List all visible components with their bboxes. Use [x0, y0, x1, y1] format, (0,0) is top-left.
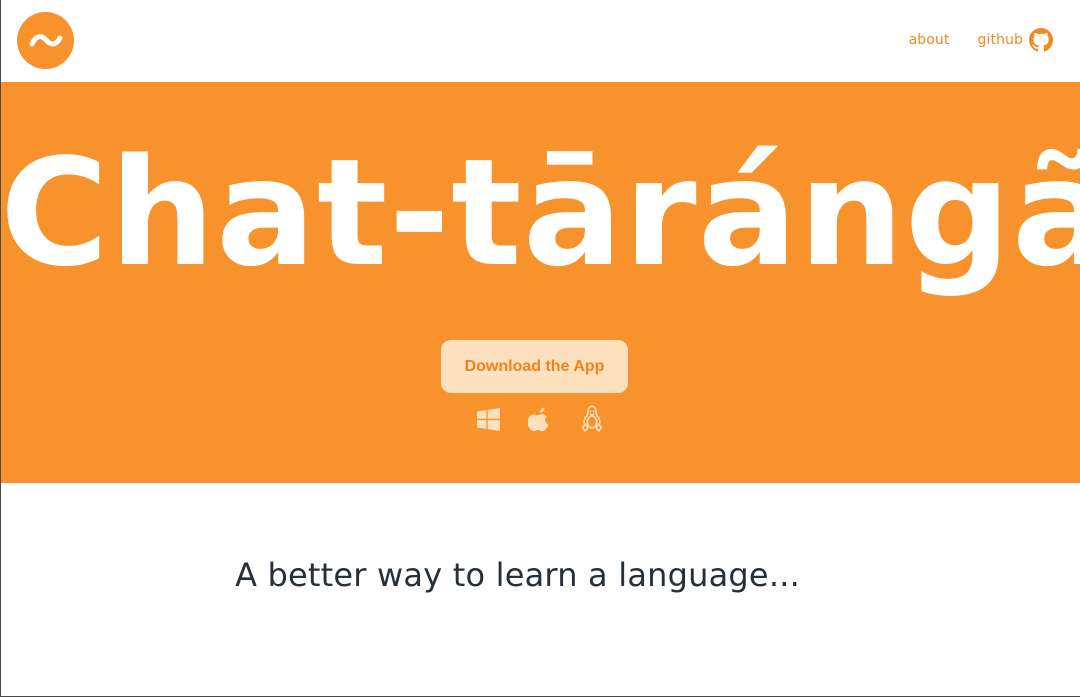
github-icon [1029, 28, 1053, 52]
about-link-label: about [908, 32, 950, 48]
platform-icons [475, 404, 605, 434]
apple-icon[interactable] [527, 405, 553, 433]
windows-icon[interactable] [475, 405, 501, 433]
linux-icon[interactable] [579, 405, 605, 433]
download-app-button[interactable]: Download the App [441, 340, 628, 393]
logo[interactable] [17, 12, 74, 69]
about-link[interactable]: about [909, 32, 950, 48]
nav-links: about github [909, 28, 1053, 52]
tagline: A better way to learn a language... [235, 556, 800, 594]
hero-title: Chat-tārángã [0, 127, 1080, 299]
top-navbar: about github [0, 0, 1080, 82]
github-link-label: github [977, 32, 1023, 48]
hero-banner: Chat-tārángã Download the App [0, 82, 1080, 483]
tilde-logo-icon [29, 33, 62, 46]
github-link[interactable]: github [977, 28, 1053, 52]
